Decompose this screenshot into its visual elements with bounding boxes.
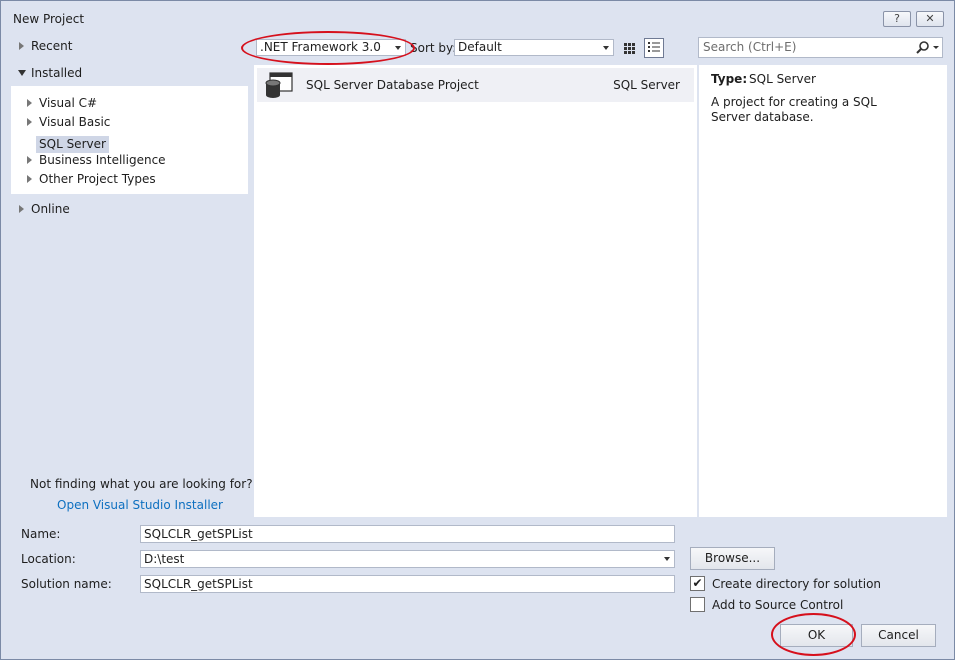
tree-label-installed: Installed <box>31 66 83 80</box>
tree-item-business-intelligence[interactable]: Business Intelligence <box>26 152 226 168</box>
type-label: Type: <box>711 72 748 86</box>
framework-value: .NET Framework 3.0 <box>260 40 381 54</box>
collapse-arrow-icon <box>18 70 26 76</box>
grid-view-icon <box>624 43 635 54</box>
ok-button[interactable]: OK <box>780 624 853 647</box>
expand-arrow-icon <box>19 42 24 50</box>
sort-by-label: Sort by: <box>410 41 457 55</box>
tree-item-visual-basic[interactable]: Visual Basic <box>26 114 226 130</box>
add-source-control-checkbox[interactable] <box>690 597 705 612</box>
tree-item-visual-csharp[interactable]: Visual C# <box>26 95 226 111</box>
list-view-icon <box>648 42 660 52</box>
tree-label-recent: Recent <box>31 39 73 53</box>
tree-label: Business Intelligence <box>39 153 166 167</box>
create-directory-checkbox[interactable]: ✔ <box>690 576 705 591</box>
template-list: SQL Server Database Project SQL Server <box>254 65 697 517</box>
close-button[interactable]: ✕ <box>916 11 944 27</box>
name-field[interactable]: SQLCLR_getSPList <box>140 525 675 543</box>
chevron-down-icon <box>603 46 609 50</box>
open-installer-link[interactable]: Open Visual Studio Installer <box>57 498 223 512</box>
help-button[interactable]: ? <box>883 11 911 27</box>
tree-item-other-project-types[interactable]: Other Project Types <box>26 171 226 187</box>
expand-arrow-icon <box>19 205 24 213</box>
search-input[interactable]: Search (Ctrl+E) <box>698 37 943 58</box>
tree-label-online: Online <box>31 202 70 216</box>
location-field[interactable]: D:\test <box>140 550 675 568</box>
not-finding-text: Not finding what you are looking for? <box>30 477 253 491</box>
small-icons-view-button[interactable] <box>619 38 639 58</box>
location-label: Location: <box>21 552 76 566</box>
solution-name-label: Solution name: <box>21 577 112 591</box>
chevron-down-icon <box>395 46 401 50</box>
cancel-button[interactable]: Cancel <box>861 624 936 647</box>
tree-node-online[interactable]: Online <box>18 202 138 218</box>
add-source-control-label: Add to Source Control <box>712 598 844 612</box>
location-value: D:\test <box>144 552 185 566</box>
browse-button[interactable]: Browse... <box>690 547 775 570</box>
list-view-button[interactable] <box>644 38 664 58</box>
tree-node-recent[interactable]: Recent <box>18 39 138 55</box>
template-name: SQL Server Database Project <box>306 78 479 92</box>
sort-value: Default <box>458 40 502 54</box>
sort-dropdown[interactable]: Default <box>454 39 614 56</box>
database-icon <box>265 72 293 98</box>
tree-label: Visual C# <box>39 96 98 110</box>
create-directory-label: Create directory for solution <box>712 577 882 591</box>
framework-dropdown[interactable]: .NET Framework 3.0 <box>256 39 406 56</box>
type-value: SQL Server <box>749 72 816 86</box>
installed-subtree: Visual C# Visual Basic SQL Server Busine… <box>11 86 248 194</box>
template-language: SQL Server <box>613 78 680 92</box>
title-bar: New Project ? ✕ <box>1 1 954 35</box>
description-text: A project for creating a SQL Server data… <box>711 95 877 124</box>
tree-label: Visual Basic <box>39 115 111 129</box>
template-item-sql-server-database-project[interactable]: SQL Server Database Project SQL Server <box>257 68 694 102</box>
check-icon: ✔ <box>692 576 703 590</box>
template-description: Type: SQL Server A project for creating … <box>699 65 947 517</box>
tree-node-installed[interactable]: Installed <box>18 66 138 82</box>
tree-item-sql-server[interactable]: SQL Server <box>36 136 109 153</box>
search-icon[interactable] <box>914 40 940 56</box>
expand-arrow-icon <box>27 175 32 183</box>
name-label: Name: <box>21 527 61 541</box>
tree-label: Other Project Types <box>39 172 156 186</box>
expand-arrow-icon <box>27 156 32 164</box>
new-project-dialog: New Project ? ✕ Recent Installed Visual … <box>0 0 955 660</box>
expand-arrow-icon <box>27 99 32 107</box>
expand-arrow-icon <box>27 118 32 126</box>
window-title: New Project <box>13 12 85 26</box>
solution-name-field[interactable]: SQLCLR_getSPList <box>140 575 675 593</box>
chevron-down-icon[interactable] <box>664 557 670 561</box>
